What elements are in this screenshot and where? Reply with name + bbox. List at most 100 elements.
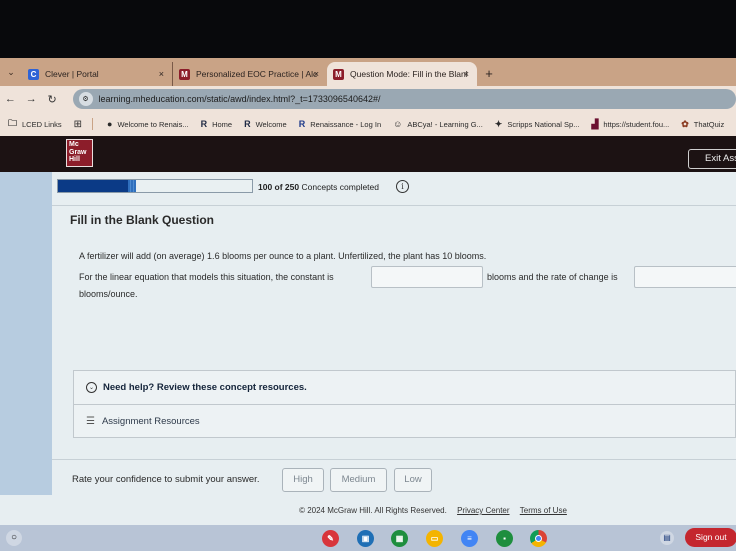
rate-of-change-blank-input[interactable] (634, 266, 736, 288)
folder-icon: 🗀 (8, 118, 18, 128)
docs-app-icon[interactable]: ≡ (461, 530, 478, 547)
bookmark-label: Scripps National Sp... (507, 119, 580, 129)
app-header: Mc Graw Hill Exit Assi (0, 136, 736, 172)
tab-question-mode[interactable]: M Question Mode: Fill in the Blanl × (327, 62, 477, 86)
copyright-text: © 2024 McGraw Hill. All Rights Reserved. (299, 506, 447, 515)
bookmark-welcome[interactable]: R Welcome (244, 119, 287, 129)
assignment-resources-link[interactable]: ☰ Assignment Resources (74, 405, 735, 438)
thatquiz-icon: ✿ (681, 118, 689, 129)
need-help-toggle[interactable]: ⌄ Need help? Review these concept resour… (74, 371, 735, 405)
logo-line: Mc (69, 141, 79, 148)
bookmark-home[interactable]: R Home (201, 119, 233, 129)
screen-bezel (0, 0, 736, 58)
new-tab-button[interactable]: + (477, 62, 501, 86)
close-icon[interactable]: × (159, 69, 164, 79)
bookmark-label: Welcome to Renais... (117, 119, 189, 129)
bookmark-label: LCED Links (22, 119, 62, 129)
privacy-center-link[interactable]: Privacy Center (457, 506, 509, 515)
question-text-line2b: blooms and the rate of change is (487, 272, 618, 282)
left-panel (0, 172, 52, 495)
os-shelf: ○ ✎ ▣ ▦ ▭ ≡ ▪ ▤ Sign out (0, 525, 736, 551)
classroom-screen-app-icon[interactable]: ▣ (357, 530, 374, 547)
renaissance-icon: R (298, 119, 306, 129)
question-text-line2a: For the linear equation that models this… (79, 272, 334, 282)
chart-icon: ▟ (591, 118, 599, 129)
question-text-line1: A fertilizer will add (on average) 1.6 b… (79, 251, 487, 261)
renaissance-icon: R (244, 119, 251, 129)
tab-strip: ⌄ C Clever | Portal × M Personalized EOC… (0, 58, 736, 86)
url-text: learning.mheducation.com/static/awd/inde… (98, 94, 381, 104)
chrome-app-icon[interactable] (530, 530, 547, 547)
slides-app-icon[interactable]: ▭ (426, 530, 443, 547)
bookmark-label: https://student.fou... (603, 119, 670, 129)
logo-line: Graw (69, 148, 87, 156)
bookmark-renaissance-login[interactable]: R Renaissance - Log In (299, 119, 381, 129)
terms-of-use-link[interactable]: Terms of Use (520, 506, 567, 515)
bookmark-abcya[interactable]: ☺ ABCya! - Learning G... (393, 119, 483, 129)
concepts-progress-bar (57, 179, 253, 193)
progress-count: 100 of 250 (258, 182, 300, 192)
bookmark-label: ThatQuiz (693, 119, 725, 129)
question-text-line3: blooms/ounce. (79, 289, 138, 299)
clipboard-icon[interactable]: ▤ (660, 531, 674, 545)
chevron-down-icon: ⌄ (7, 66, 15, 77)
mcgraw-hill-icon: M (179, 68, 190, 80)
reload-icon[interactable]: ↻ (42, 93, 63, 106)
sign-out-button[interactable]: Sign out (685, 528, 736, 547)
mcgraw-hill-logo: Mc Graw Hill (66, 139, 93, 167)
tab-clever[interactable]: C Clever | Portal × (22, 62, 172, 86)
confidence-high-button[interactable]: High (282, 468, 324, 492)
paint-app-icon[interactable]: ✎ (322, 530, 339, 547)
address-bar-row: ← → ↻ ⚙ learning.mheducation.com/static/… (0, 86, 736, 112)
back-icon[interactable]: ← (0, 93, 21, 105)
confidence-medium-button[interactable]: Medium (330, 468, 387, 492)
launcher-icon[interactable]: ○ (6, 530, 22, 546)
globe-icon: ● (107, 119, 113, 129)
tab-label: Question Mode: Fill in the Blanl (350, 69, 468, 79)
tab-label: Personalized EOC Practice | Alc (196, 69, 318, 79)
progress-text: 100 of 250 Concepts completed (258, 182, 379, 192)
mcgraw-hill-icon: M (333, 68, 344, 80)
url-input[interactable]: ⚙ learning.mheducation.com/static/awd/in… (72, 89, 736, 109)
bookmark-student-fou[interactable]: ▟ https://student.fou... (591, 119, 669, 130)
bookmark-separator (92, 118, 94, 130)
bookmark-welcome-renaissance[interactable]: ● Welcome to Renais... (107, 119, 189, 129)
scripps-icon: ✦ (494, 118, 503, 129)
close-icon[interactable]: × (464, 69, 469, 79)
bookmark-label: Renaissance - Log In (310, 119, 382, 129)
need-help-label: Need help? Review these concept resource… (103, 382, 307, 393)
info-icon[interactable]: i (396, 180, 409, 193)
sheets-app-icon[interactable]: ▦ (391, 530, 408, 547)
progress-suffix: Concepts completed (301, 182, 380, 192)
question-title: Fill in the Blank Question (70, 213, 215, 227)
classroom-app-icon[interactable]: ▪ (496, 530, 513, 547)
divider (52, 459, 736, 460)
exit-assignment-button[interactable]: Exit Assi (688, 149, 736, 169)
page-content: 100 of 250 Concepts completed i Fill in … (0, 172, 736, 525)
bookmark-thatquiz[interactable]: ✿ ThatQuiz (681, 119, 724, 130)
chevron-down-circle-icon: ⌄ (86, 382, 97, 393)
progress-fill (58, 180, 136, 192)
divider (52, 205, 736, 206)
confidence-low-button[interactable]: Low (394, 468, 432, 492)
logo-line: Hill (69, 156, 80, 163)
list-icon: ☰ (86, 416, 95, 427)
bookmark-label: Home (212, 119, 233, 129)
bookmark-label: ABCya! - Learning G... (407, 119, 483, 129)
bookmark-scripps[interactable]: ✦ Scripps National Sp... (495, 119, 580, 130)
tab-label: Clever | Portal (45, 69, 99, 79)
tab-search-button[interactable]: ⌄ (0, 58, 22, 86)
apps-grid-icon[interactable]: ⊞ (74, 119, 82, 130)
help-resources-panel: ⌄ Need help? Review these concept resour… (73, 370, 736, 438)
renaissance-icon: R (200, 119, 208, 129)
site-settings-icon[interactable]: ⚙ (78, 92, 93, 106)
close-icon[interactable]: × (314, 69, 319, 79)
constant-blank-input[interactable] (371, 266, 483, 288)
bookmark-lced-links[interactable]: 🗀 LCED Links (8, 116, 62, 132)
confidence-prompt: Rate your confidence to submit your answ… (72, 474, 260, 485)
abcya-icon: ☺ (393, 119, 403, 129)
clever-icon: C (28, 68, 39, 80)
bookmarks-bar: 🗀 LCED Links ⊞ ● Welcome to Renais... R … (0, 112, 736, 136)
tab-eoc-practice[interactable]: M Personalized EOC Practice | Alc × (172, 62, 327, 86)
forward-icon[interactable]: → (21, 93, 42, 105)
